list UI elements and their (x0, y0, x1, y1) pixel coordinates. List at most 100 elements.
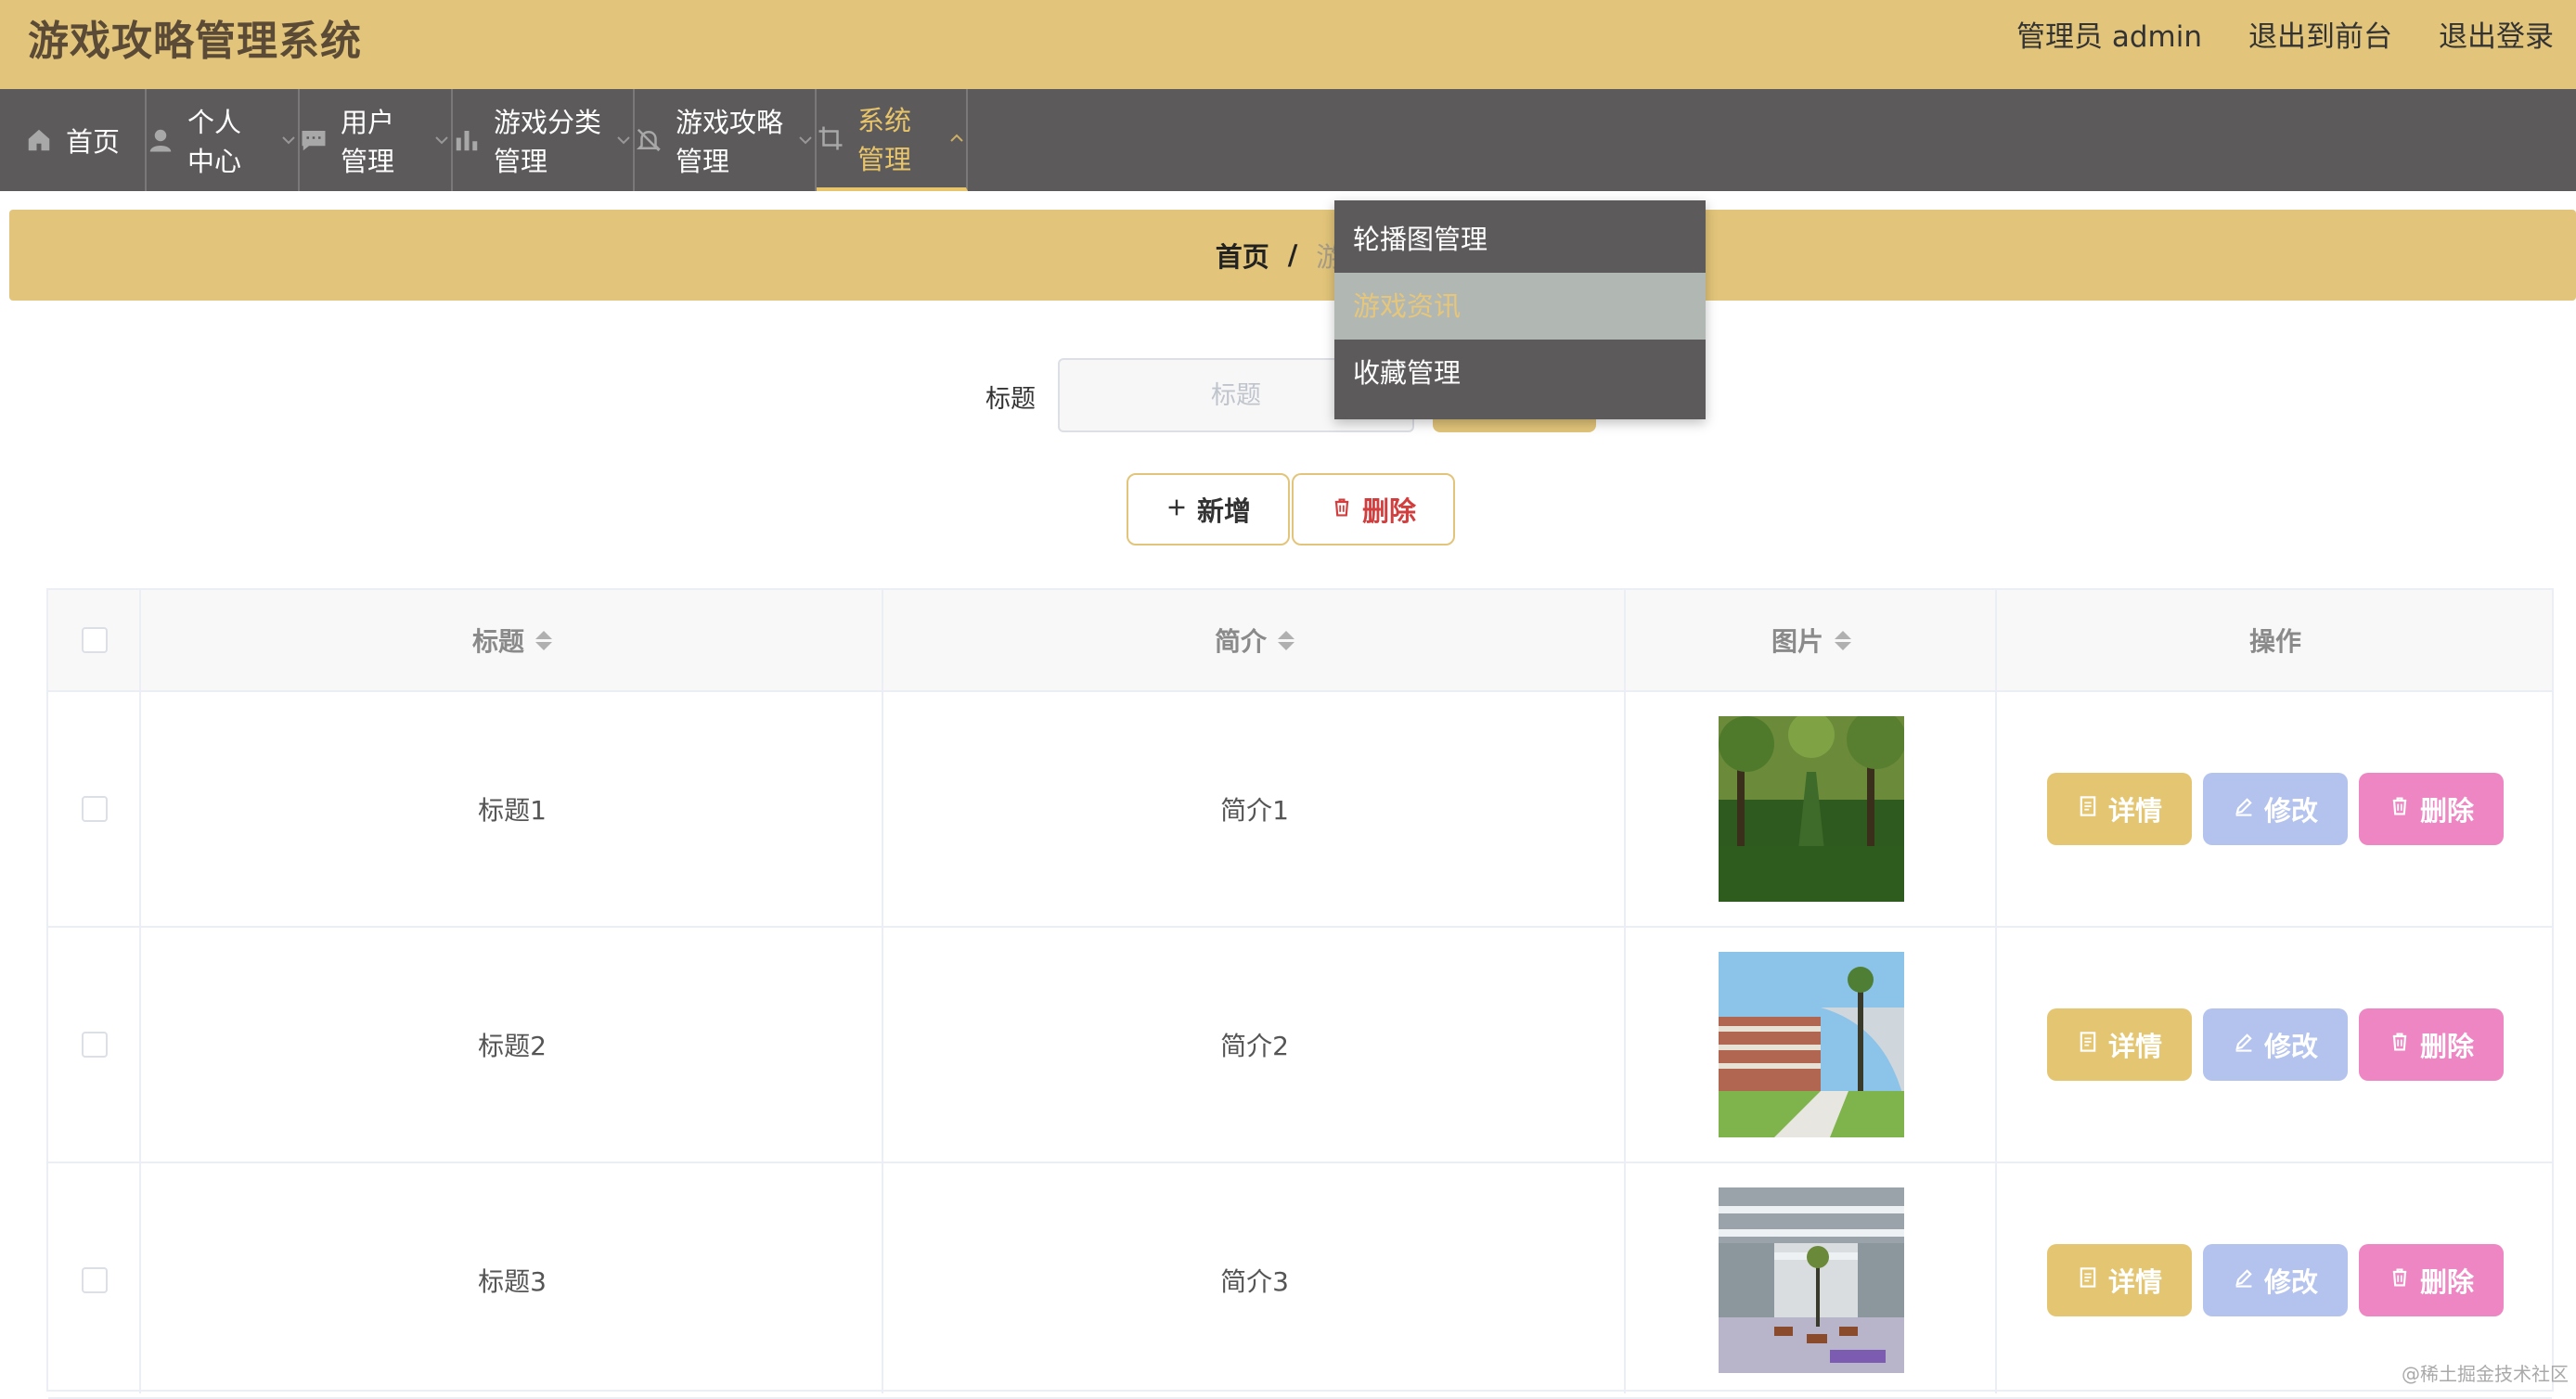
menu-item-favorites[interactable]: 收藏管理 (1334, 340, 1706, 406)
data-table: 标题 简介 图片 操作 标题1 简介1 (46, 588, 2554, 1392)
top-header: 游戏攻略管理系统 管理员 admin 退出到前台 退出登录 (0, 0, 2576, 89)
row-thumbnail-image[interactable] (1719, 716, 1904, 902)
row-checkbox[interactable] (82, 796, 108, 822)
watermark: @稀土掘金技术社区 (2402, 1359, 2569, 1386)
nav-label: 系统管理 (857, 99, 934, 177)
delete-button-label: 删除 (1362, 490, 1416, 529)
row-title: 标题3 (478, 1262, 547, 1299)
row-intro: 简介2 (1220, 1026, 1289, 1063)
chevron-down-icon (279, 131, 298, 149)
menu-item-carousel[interactable]: 轮播图管理 (1334, 206, 1706, 273)
trash-icon (1331, 494, 1353, 525)
nav-item-personal-center[interactable]: 个人中心 (147, 89, 300, 191)
edit-label: 修改 (2264, 1261, 2318, 1300)
main-nav: 首页 个人中心 用户管理 游戏分类管理 游戏攻略管理 (0, 89, 2576, 191)
sort-icon[interactable] (535, 631, 552, 650)
nav-item-home[interactable]: 首页 (0, 89, 147, 191)
row-thumbnail-image[interactable] (1719, 1187, 1904, 1373)
table-row: 标题1 简介1 详情 修改 (48, 692, 2552, 928)
row-title: 标题1 (478, 790, 547, 828)
row-checkbox[interactable] (82, 1032, 108, 1058)
edit-icon (2233, 1030, 2255, 1060)
document-icon (2077, 1030, 2099, 1060)
delete-label: 删除 (2420, 1025, 2474, 1064)
crop-icon (817, 124, 844, 152)
logout-link[interactable]: 退出登录 (2439, 13, 2554, 55)
column-header-intro: 简介 (1215, 622, 1267, 659)
batch-delete-button[interactable]: 删除 (1292, 473, 1455, 545)
user-icon (147, 126, 174, 154)
add-button[interactable]: 新增 (1127, 473, 1290, 545)
delete-button[interactable]: 删除 (2359, 1244, 2504, 1316)
chevron-down-icon (796, 131, 815, 149)
document-icon (2077, 794, 2099, 825)
header-title[interactable]: 标题 (141, 590, 883, 690)
nav-label: 游戏分类管理 (494, 101, 601, 179)
column-header-actions: 操作 (2249, 622, 2301, 659)
edit-button[interactable]: 修改 (2203, 1008, 2348, 1081)
sort-icon[interactable] (1835, 631, 1851, 650)
detail-button[interactable]: 详情 (2047, 1244, 2192, 1316)
bell-off-icon (635, 126, 663, 154)
search-label: 标题 (985, 379, 1036, 415)
sort-icon[interactable] (1278, 631, 1294, 650)
table-header: 标题 简介 图片 操作 (48, 590, 2552, 692)
plus-icon (1166, 494, 1188, 525)
edit-icon (2233, 1265, 2255, 1296)
row-title: 标题2 (478, 1026, 547, 1063)
chat-icon (300, 126, 328, 154)
column-header-title: 标题 (472, 622, 524, 659)
nav-item-game-category[interactable]: 游戏分类管理 (453, 89, 635, 191)
trash-icon (2389, 1030, 2411, 1060)
edit-label: 修改 (2264, 1025, 2318, 1064)
delete-label: 删除 (2420, 789, 2474, 828)
trash-icon (2389, 1265, 2411, 1296)
nav-label: 游戏攻略管理 (676, 101, 783, 179)
nav-label: 首页 (66, 121, 120, 160)
exit-to-frontend-link[interactable]: 退出到前台 (2248, 13, 2392, 55)
row-checkbox[interactable] (82, 1267, 108, 1293)
nav-item-game-guide[interactable]: 游戏攻略管理 (635, 89, 817, 191)
table-row: 标题2 简介2 详情 修改 (48, 928, 2552, 1163)
app-title: 游戏攻略管理系统 (28, 7, 362, 67)
breadcrumb-home[interactable]: 首页 (1216, 236, 1269, 275)
header-links: 管理员 admin 退出到前台 退出登录 (2016, 13, 2554, 55)
edit-icon (2233, 794, 2255, 825)
header-checkbox-cell (48, 590, 141, 690)
table-row: 标题3 简介3 详情 (48, 1163, 2552, 1399)
detail-button[interactable]: 详情 (2047, 773, 2192, 845)
row-intro: 简介3 (1220, 1262, 1289, 1299)
nav-label: 用户管理 (341, 101, 419, 179)
menu-item-game-news[interactable]: 游戏资讯 (1334, 273, 1706, 340)
chevron-down-icon (614, 131, 633, 149)
column-header-image: 图片 (1771, 622, 1823, 659)
select-all-checkbox[interactable] (82, 627, 108, 653)
chevron-down-icon (432, 131, 451, 149)
nav-item-system-management[interactable]: 系统管理 (817, 89, 968, 191)
nav-item-user-management[interactable]: 用户管理 (300, 89, 453, 191)
row-thumbnail-image[interactable] (1719, 952, 1904, 1137)
row-intro: 简介1 (1220, 790, 1289, 828)
edit-button[interactable]: 修改 (2203, 773, 2348, 845)
delete-button[interactable]: 删除 (2359, 1008, 2504, 1081)
trash-icon (2389, 794, 2411, 825)
edit-button[interactable]: 修改 (2203, 1244, 2348, 1316)
edit-label: 修改 (2264, 789, 2318, 828)
breadcrumb: 首页 / 游戏 (9, 210, 2576, 301)
document-icon (2077, 1265, 2099, 1296)
admin-user-link[interactable]: 管理员 admin (2016, 13, 2202, 55)
add-button-label: 新增 (1197, 490, 1251, 529)
home-icon (25, 126, 53, 154)
system-management-dropdown: 轮播图管理 游戏资讯 收藏管理 (1334, 200, 1706, 419)
delete-button[interactable]: 删除 (2359, 773, 2504, 845)
header-intro[interactable]: 简介 (883, 590, 1626, 690)
header-actions: 操作 (1997, 590, 2554, 690)
detail-button[interactable]: 详情 (2047, 1008, 2192, 1081)
detail-label: 详情 (2108, 1025, 2162, 1064)
delete-label: 删除 (2420, 1261, 2474, 1300)
header-image[interactable]: 图片 (1626, 590, 1997, 690)
breadcrumb-separator: / (1288, 239, 1298, 271)
detail-label: 详情 (2108, 1261, 2162, 1300)
bar-chart-icon (453, 126, 481, 154)
chevron-up-icon (947, 129, 966, 148)
